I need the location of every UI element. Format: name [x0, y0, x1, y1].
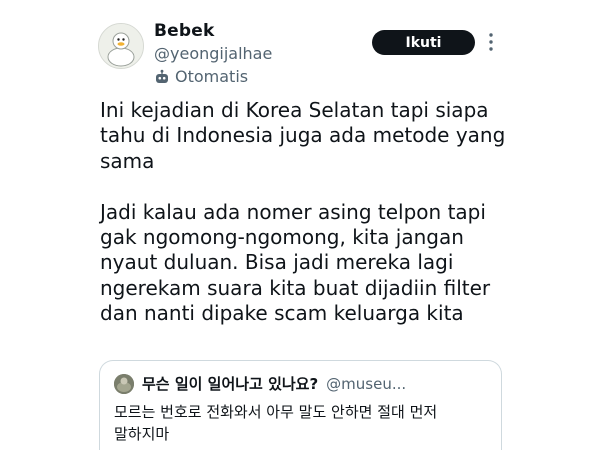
quoted-author-name: 무슨 일이 일어나고 있나요? — [142, 375, 319, 393]
quoted-tweet-header: 무슨 일이 일어나고 있나요? @museu... — [114, 373, 406, 394]
tweet-page: Bebek @yeongijalhae Otomatis Ikuti Ini k… — [0, 0, 600, 450]
quoted-tweet[interactable]: 무슨 일이 일어나고 있나요? @museu... 모르는 번호로 전화와서 아… — [99, 360, 502, 450]
tweet-text: Ini kejadian di Korea Selatan tapi siapa… — [100, 98, 510, 327]
automated-label: Otomatis — [154, 67, 248, 86]
quoted-tweet-text: 모르는 번호로 전화와서 아무 말도 안하면 절대 먼저 말하지마 — [114, 403, 438, 443]
quoted-author-handle: @museu... — [326, 374, 407, 393]
quoted-avatar-icon — [114, 373, 134, 394]
author-avatar[interactable] — [98, 23, 144, 69]
author-handle[interactable]: @yeongijalhae — [154, 44, 272, 63]
author-display-name[interactable]: Bebek — [154, 21, 215, 41]
tweet-paragraph: Jadi kalau ada nomer asing telpon tapi g… — [100, 199, 491, 326]
duck-avatar-icon — [99, 24, 143, 68]
more-vertical-icon[interactable] — [486, 30, 496, 54]
tweet-paragraph: Ini kejadian di Korea Selatan tapi siapa… — [100, 98, 506, 173]
quoted-author-avatar — [114, 373, 134, 394]
bot-icon — [156, 69, 168, 83]
follow-button[interactable]: Ikuti — [372, 30, 475, 55]
automated-label-text: Otomatis — [175, 67, 249, 86]
